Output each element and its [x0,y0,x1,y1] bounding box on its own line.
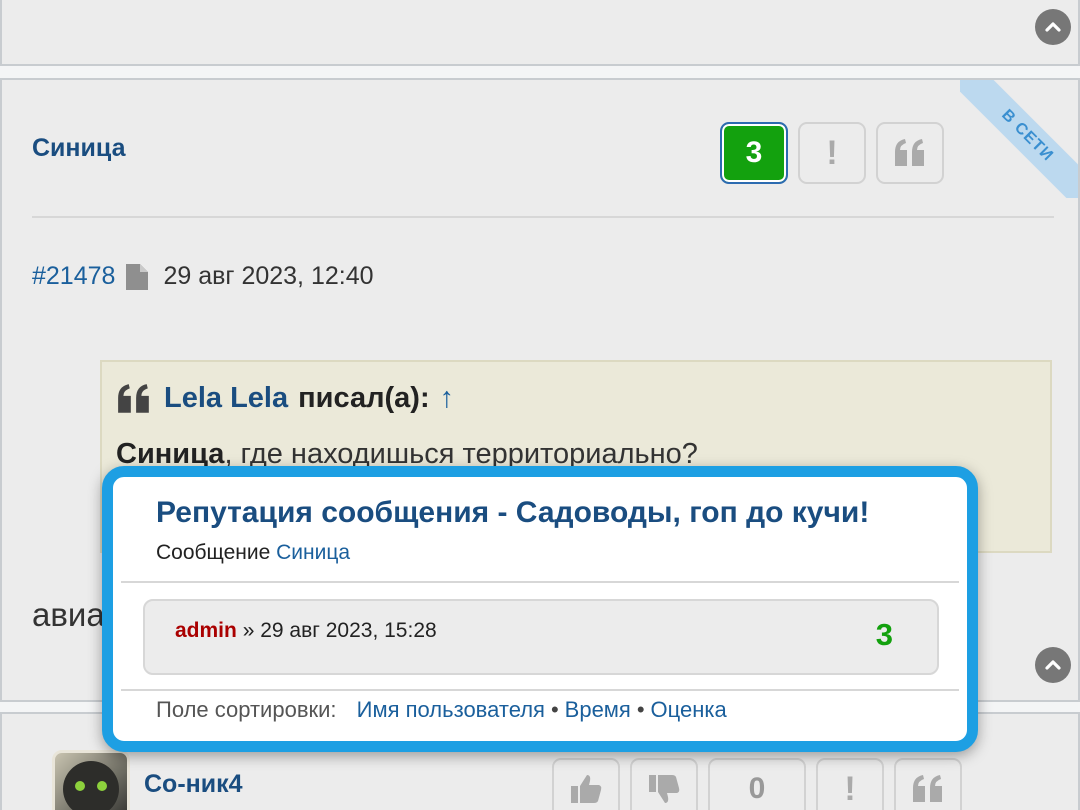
post-author[interactable]: Синица [32,134,125,163]
thumbs-up-icon [571,775,602,803]
reputation-entry-separator: » [242,619,255,642]
post-body-text: авиа [32,596,105,633]
quote-header: Lela Lela писал(а): ↑ [116,382,454,415]
popup-divider [121,689,959,691]
post-number-link[interactable]: #21478 [32,262,115,291]
avatar-eye [97,781,107,791]
chevron-up-icon [1045,22,1061,32]
sort-by-username-link[interactable]: Имя пользователя [357,697,545,722]
popup-subtitle: Сообщение Синица [156,541,350,565]
quote-icon [913,775,942,802]
post-meta: #21478 29 авг 2023, 12:40 [32,262,374,291]
sort-separator: • [550,697,559,722]
online-ribbon: В СЕТИ [960,80,1078,198]
quote-button[interactable] [876,122,944,184]
quote-icon [895,139,924,166]
avatar-eye [75,781,85,791]
post-author[interactable]: Со-ник4 [144,770,243,799]
scroll-top-icon[interactable] [1035,9,1071,45]
reputation-value: 3 [745,136,763,169]
thumbs-down-icon [649,775,680,803]
popup-divider [121,581,959,583]
reputation-entry-meta: admin » 29 авг 2023, 15:28 [175,619,437,643]
report-button[interactable]: ! [798,122,866,184]
online-ribbon-label: В СЕТИ [960,80,1078,198]
reputation-user-link[interactable]: admin [175,619,237,642]
popup-subtitle-prefix: Сообщение [156,541,271,564]
report-icon: ! [826,133,838,172]
scroll-top-icon[interactable] [1035,647,1071,683]
chevron-up-icon [1045,660,1061,670]
sort-label: Поле сортировки: [156,697,337,722]
rating-number: 0 [748,772,766,805]
sort-by-rating-link[interactable]: Оценка [651,697,727,722]
reputation-button[interactable]: 3 [720,122,788,184]
previous-post [0,0,1080,66]
document-icon[interactable] [125,263,149,291]
sort-separator: • [636,697,645,722]
reputation-entry-score: 3 [875,617,893,652]
popup-author-link[interactable]: Синица [276,541,350,564]
report-icon: ! [844,769,856,808]
dislike-button[interactable] [630,758,698,810]
quote-source-arrow-link[interactable]: ↑ [440,382,455,415]
reputation-popup: Репутация сообщения - Садоводы, гоп до к… [102,466,978,752]
sort-by-time-link[interactable]: Время [565,697,631,722]
reputation-entry: admin » 29 авг 2023, 15:28 3 [143,599,939,675]
post-divider [32,216,1054,218]
like-button[interactable] [552,758,620,810]
avatar-image [63,761,119,810]
avatar[interactable] [52,750,130,810]
rating-value[interactable]: 0 [708,758,806,810]
quote-icon [118,383,149,413]
quote-wrote-label: писал(а): [298,382,430,414]
quote-button[interactable] [894,758,962,810]
sort-bar: Поле сортировки: Имя пользователя • Время •… [156,697,727,723]
popup-title: Репутация сообщения - Садоводы, гоп до к… [156,496,870,529]
reputation-entry-datetime: 29 авг 2023, 15:28 [260,619,437,642]
report-button[interactable]: ! [816,758,884,810]
post-datetime: 29 авг 2023, 12:40 [163,262,374,290]
quote-author-link[interactable]: Lela Lela [164,382,288,415]
